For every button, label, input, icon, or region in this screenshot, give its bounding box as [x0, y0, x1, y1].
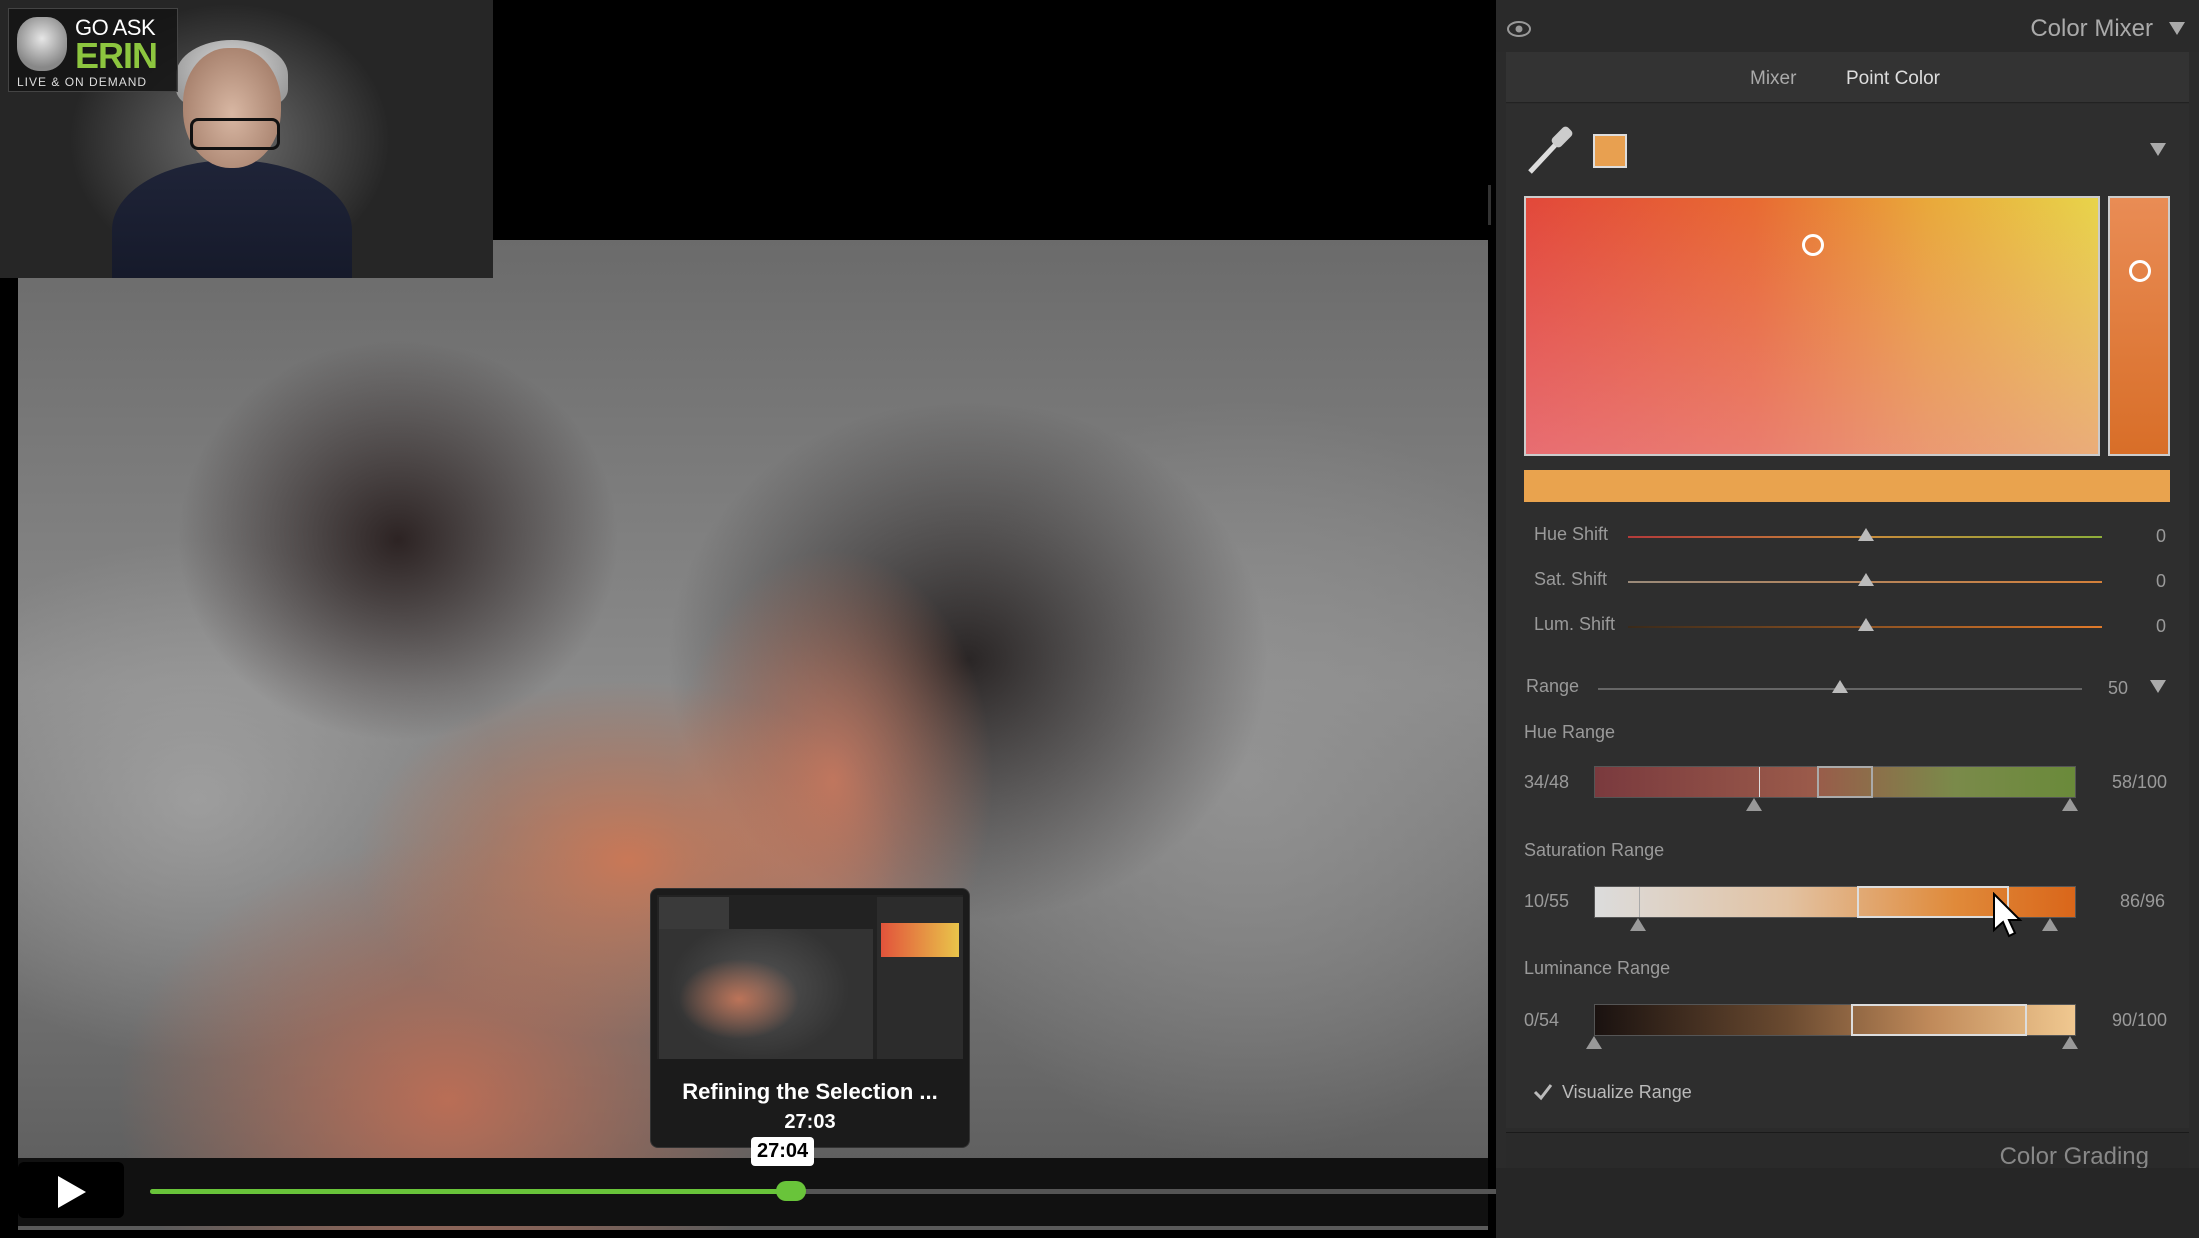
- range-label: Range: [1526, 676, 1580, 696]
- preview-gradient: [881, 923, 959, 957]
- luminance-range-label: Luminance Range: [1524, 958, 1671, 978]
- visualize-checkbox[interactable]: [1532, 1082, 1554, 1102]
- luminance-range-right-handle[interactable]: [2062, 1036, 2078, 1049]
- progress-handle[interactable]: [776, 1181, 806, 1201]
- panel-bottom-strip: [1496, 1168, 2199, 1238]
- luminance-range-left-handle[interactable]: [1586, 1036, 1602, 1049]
- channel-logo: GO ASK ERIN LIVE & ON DEMAND: [8, 8, 178, 92]
- tab-point-color[interactable]: Point Color: [1846, 68, 1940, 90]
- sampled-color-bar: [1524, 470, 2170, 502]
- luminance-strip[interactable]: [2108, 196, 2170, 456]
- sat-shift-thumb[interactable]: [1858, 573, 1874, 586]
- tab-mixer[interactable]: Mixer: [1750, 68, 1796, 90]
- panel-title: Color Mixer: [2030, 15, 2153, 42]
- hue-range-left-value: 34/48: [1524, 772, 1570, 792]
- visualize-range-label: Visualize Range: [1562, 1082, 1692, 1102]
- luminance-range-center-box[interactable]: [1851, 1004, 2027, 1036]
- luminance-range-bar[interactable]: [1594, 1004, 2076, 1036]
- saturation-range-left-value: 10/55: [1524, 891, 1570, 911]
- presenter-body: [112, 160, 352, 278]
- play-button[interactable]: [18, 1162, 124, 1218]
- saturation-range-center-box[interactable]: [1857, 886, 2009, 918]
- preview-title: Refining the Selection ...: [682, 1079, 938, 1104]
- hue-range-center-box[interactable]: [1817, 766, 1873, 798]
- range-toggle-icon[interactable]: [2150, 680, 2166, 693]
- logo-mascot-icon: [17, 17, 67, 71]
- slider-value: 0: [2156, 616, 2167, 636]
- panel-collapse-icon[interactable]: [2169, 22, 2185, 35]
- preview-photo: [659, 929, 873, 1059]
- preview-webcam: [659, 897, 729, 929]
- saturation-range-left-handle[interactable]: [1630, 918, 1646, 931]
- luminance-range-right-value: 90/100: [2112, 1010, 2168, 1030]
- scrub-time-tooltip: 27:04: [751, 1137, 815, 1166]
- saturation-range-right-handle[interactable]: [2042, 918, 2058, 931]
- luminance-range-left-value: 0/54: [1524, 1010, 1560, 1030]
- preview-thumbnail: [657, 895, 963, 1059]
- hue-range-left-handle[interactable]: [1746, 798, 1762, 811]
- eyedropper-icon[interactable]: [1524, 122, 1578, 178]
- progress-played: [150, 1189, 791, 1194]
- mouse-cursor-icon: [1993, 892, 2023, 938]
- swatch-menu-icon[interactable]: [2150, 143, 2166, 156]
- preview-panel: [877, 897, 963, 1059]
- saturation-range-marker: [1639, 887, 1640, 917]
- saturation-range-right-value: 86/96: [2120, 891, 2166, 911]
- range-value: 50: [2108, 678, 2129, 698]
- color-grading-title: Color Grading: [1999, 1143, 2149, 1170]
- panel-header: Color Mixer: [1496, 0, 2199, 52]
- color-picker-handle[interactable]: [1802, 234, 1824, 256]
- hue-range-bar[interactable]: [1594, 766, 2076, 798]
- hue-range-right-handle[interactable]: [2062, 798, 2078, 811]
- logo-text-erin: ERIN: [75, 35, 158, 76]
- play-icon: [58, 1176, 86, 1208]
- slider-value: 0: [2156, 571, 2167, 591]
- hue-range-right-value: 58/100: [2112, 772, 2168, 792]
- luminance-handle[interactable]: [2129, 260, 2151, 282]
- divider-line: [1488, 185, 1491, 225]
- color-mixer-panel: Color Mixer Mixer Point Color Hue Shift …: [1496, 0, 2199, 1238]
- hue-saturation-field[interactable]: [1524, 196, 2100, 456]
- color-grading-header[interactable]: Color Grading: [1506, 1132, 2189, 1170]
- hue-range-label: Hue Range: [1524, 722, 1616, 742]
- video-frame[interactable]: GO ASK ERIN LIVE & ON DEMAND Refining th…: [0, 0, 1772, 1238]
- letterbox-top: [493, 0, 1490, 230]
- lum-shift-thumb[interactable]: [1858, 618, 1874, 631]
- slider-label: Sat. Shift: [1534, 569, 1608, 589]
- tab-bar: Mixer Point Color: [1506, 52, 2189, 103]
- slider-value: 0: [2156, 526, 2167, 546]
- visibility-eye-icon[interactable]: [1506, 20, 1532, 38]
- slider-label: Hue Shift: [1534, 524, 1609, 544]
- chapter-preview: Refining the Selection ... 27:03: [650, 888, 970, 1148]
- slider-label: Lum. Shift: [1534, 614, 1616, 634]
- presenter-glasses: [190, 118, 280, 150]
- range-thumb[interactable]: [1832, 680, 1848, 693]
- hue-range-marker: [1759, 767, 1760, 797]
- saturation-range-label: Saturation Range: [1524, 840, 1665, 860]
- logo-text-live: LIVE & ON DEMAND: [17, 75, 148, 89]
- selected-color-swatch[interactable]: [1593, 134, 1627, 168]
- webcam-overlay: GO ASK ERIN LIVE & ON DEMAND: [0, 0, 493, 278]
- presenter-head: [183, 48, 281, 168]
- hue-shift-thumb[interactable]: [1858, 528, 1874, 541]
- preview-time: 27:03: [784, 1111, 836, 1133]
